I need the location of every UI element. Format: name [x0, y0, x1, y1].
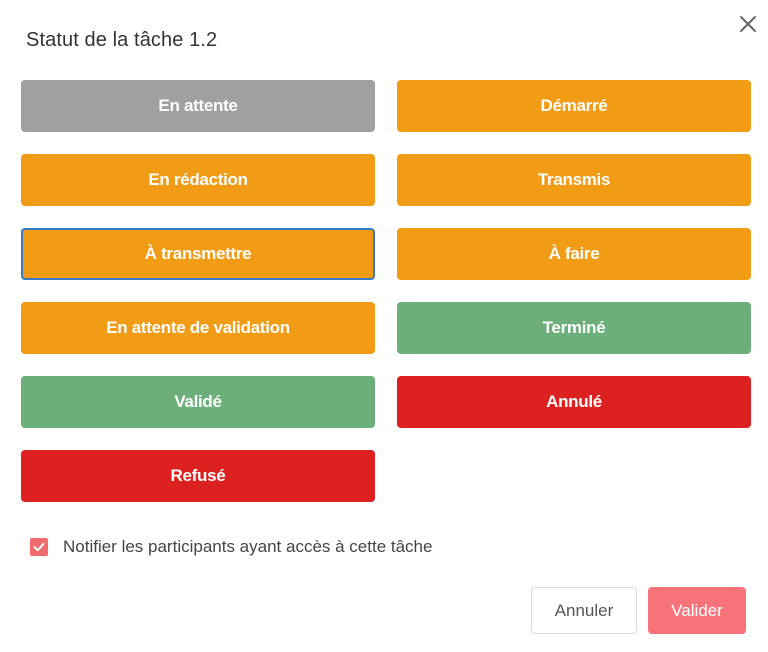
- checkmark-icon: [33, 542, 45, 552]
- notify-label: Notifier les participants ayant accès à …: [63, 537, 433, 556]
- status-dialog: Statut de la tâche 1.2 En attente Démarr…: [0, 0, 768, 652]
- status-en-attente[interactable]: En attente: [21, 80, 375, 132]
- status-refuse[interactable]: Refusé: [21, 450, 375, 502]
- validate-button[interactable]: Valider: [648, 587, 746, 634]
- status-annule[interactable]: Annulé: [397, 376, 751, 428]
- notify-row: Notifier les participants ayant accès à …: [30, 537, 432, 557]
- status-valide[interactable]: Validé: [21, 376, 375, 428]
- cancel-button[interactable]: Annuler: [531, 587, 637, 634]
- status-en-attente-de-validation[interactable]: En attente de validation: [21, 302, 375, 354]
- dialog-title: Statut de la tâche 1.2: [26, 29, 218, 51]
- close-icon: [740, 16, 756, 32]
- status-en-redaction[interactable]: En rédaction: [21, 154, 375, 206]
- status-transmis[interactable]: Transmis: [397, 154, 751, 206]
- status-a-transmettre[interactable]: À transmettre: [21, 228, 375, 280]
- close-button[interactable]: [737, 13, 759, 35]
- notify-checkbox[interactable]: [30, 538, 48, 556]
- status-termine[interactable]: Terminé: [397, 302, 751, 354]
- status-demarre[interactable]: Démarré: [397, 80, 751, 132]
- status-a-faire[interactable]: À faire: [397, 228, 751, 280]
